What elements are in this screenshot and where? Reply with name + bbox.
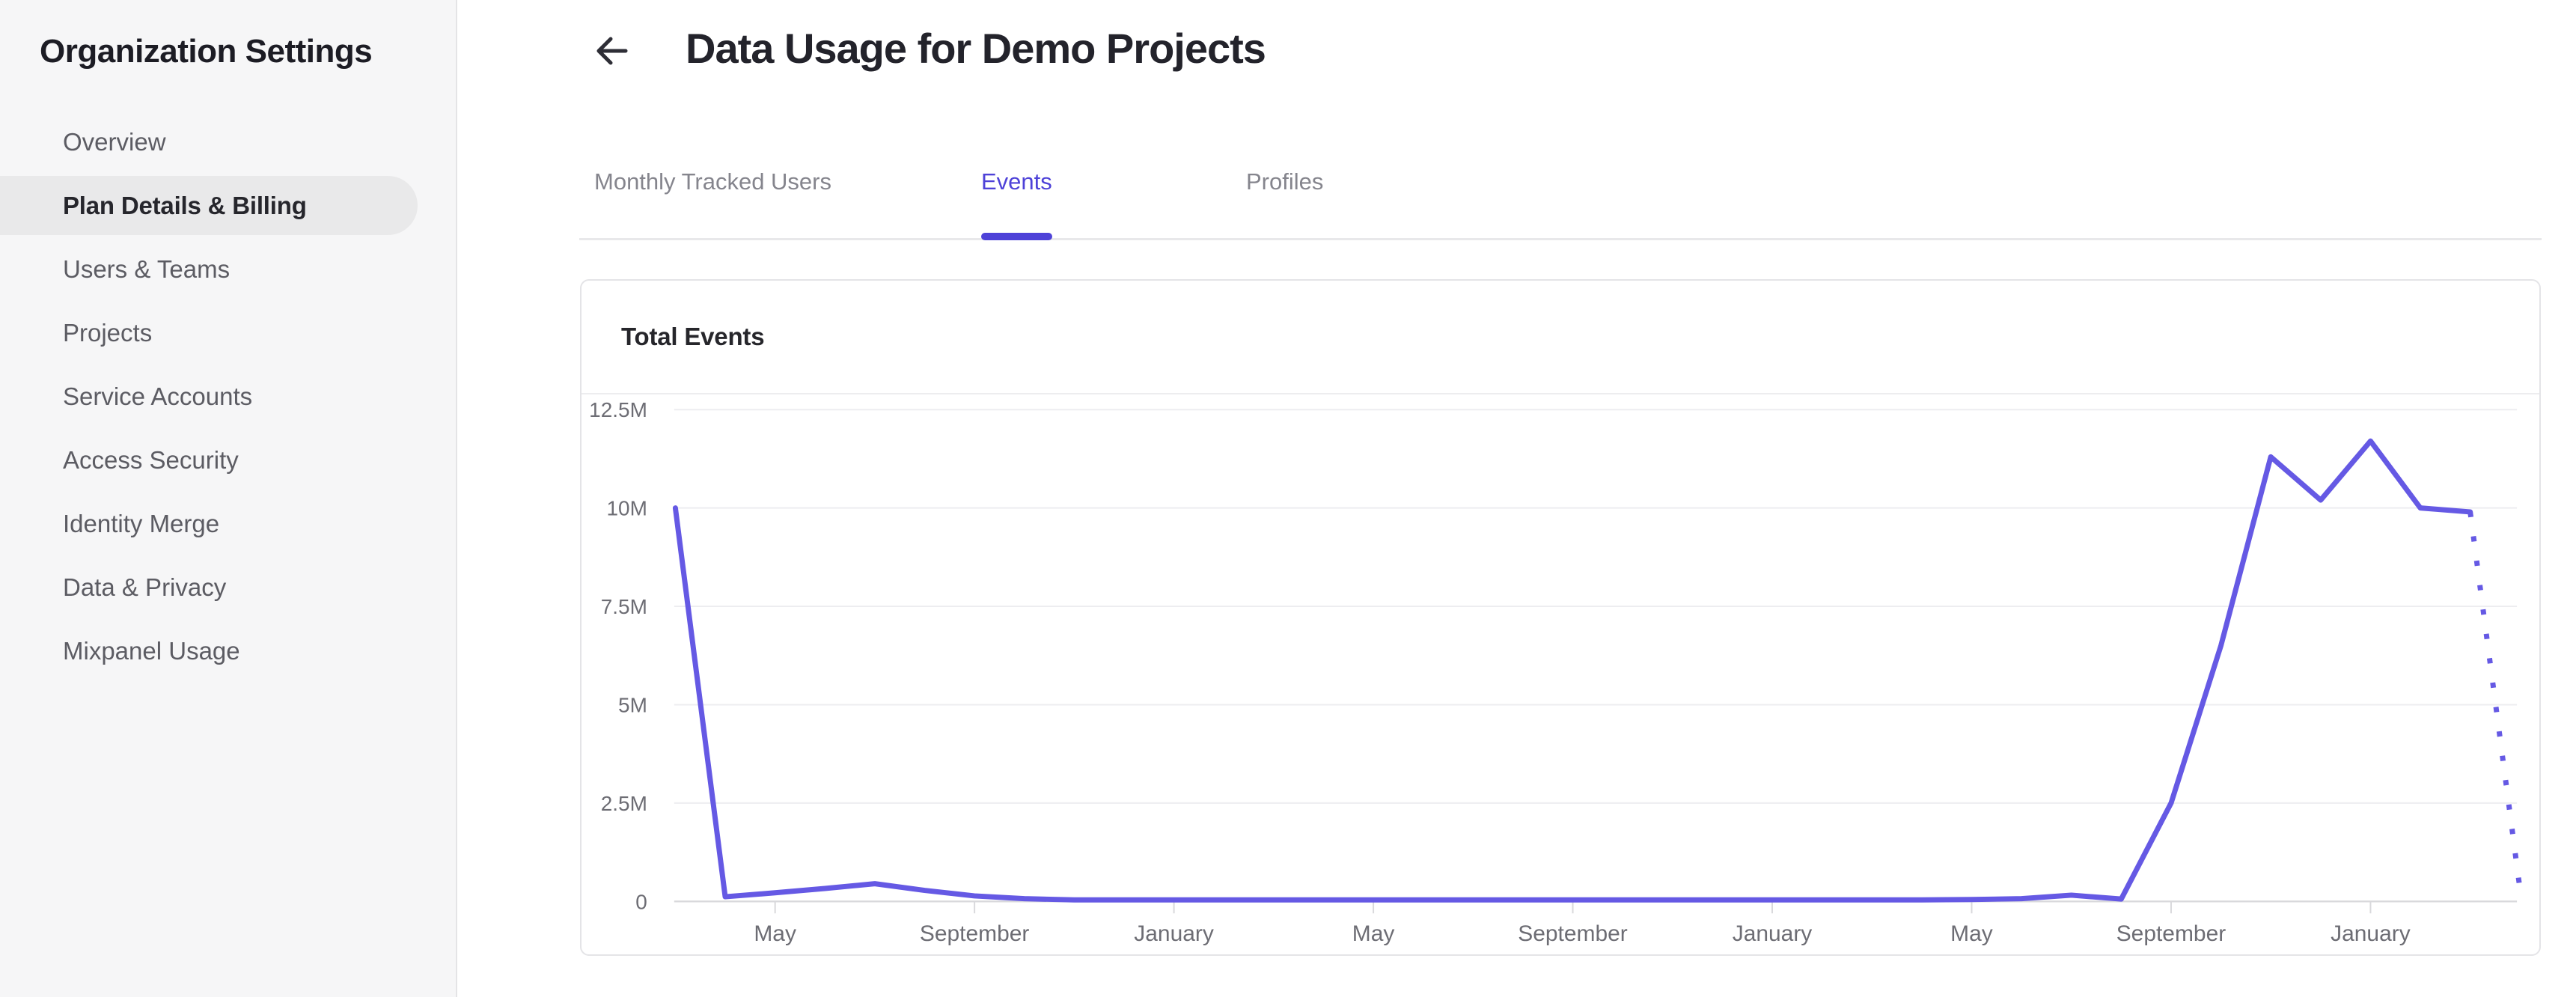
svg-text:5M: 5M [618,693,647,716]
total-events-card: Total Events 12.5M 10M 7.5M 5M 2.5M 0 May Septe… [580,279,2541,956]
svg-text:September: September [2116,921,2226,946]
sidebar-nav: Overview Plan Details & Billing Users & … [0,112,456,685]
tab-monthly-tracked-users[interactable]: Monthly Tracked Users [594,168,831,196]
svg-text:September: September [920,921,1030,946]
sidebar-item-overview[interactable]: Overview [0,112,418,171]
svg-text:2.5M: 2.5M [601,792,647,815]
sidebar-item-identity-merge[interactable]: Identity Merge [0,494,418,553]
svg-text:0: 0 [635,890,647,913]
svg-text:10M: 10M [606,497,647,520]
tab-events[interactable]: Events [981,168,1052,240]
sidebar-item-projects[interactable]: Projects [0,303,418,362]
tab-bar: Monthly Tracked Users Events Profiles [579,157,2542,240]
tab-profiles[interactable]: Profiles [1246,168,1323,196]
svg-text:7.5M: 7.5M [601,595,647,618]
sidebar-item-mixpanel-usage[interactable]: Mixpanel Usage [0,621,418,680]
app-window: Organization Settings Overview Plan Deta… [0,0,2576,997]
page-header: Data Usage for Demo Projects [459,0,2576,97]
sidebar-item-access-security[interactable]: Access Security [0,430,418,490]
svg-text:May: May [1950,921,1993,946]
svg-text:January: January [2331,921,2411,946]
sidebar: Organization Settings Overview Plan Deta… [0,0,457,997]
sidebar-item-plan-details-billing[interactable]: Plan Details & Billing [0,176,418,235]
main-content: Data Usage for Demo Projects Monthly Tra… [459,0,2576,997]
sidebar-title: Organization Settings [40,33,373,70]
card-header: Total Events [582,281,2539,394]
sidebar-item-service-accounts[interactable]: Service Accounts [0,367,418,426]
sidebar-item-data-privacy[interactable]: Data & Privacy [0,558,418,617]
chart-title: Total Events [621,323,765,350]
svg-text:May: May [1352,921,1395,946]
svg-text:January: January [1733,921,1813,946]
svg-text:12.5M: 12.5M [589,398,647,421]
arrow-left-icon [590,30,632,72]
sidebar-item-users-teams[interactable]: Users & Teams [0,240,418,299]
svg-text:September: September [1518,921,1628,946]
svg-text:May: May [754,921,796,946]
page-title: Data Usage for Demo Projects [686,25,1266,72]
svg-text:January: January [1134,921,1214,946]
back-button[interactable] [590,30,632,72]
